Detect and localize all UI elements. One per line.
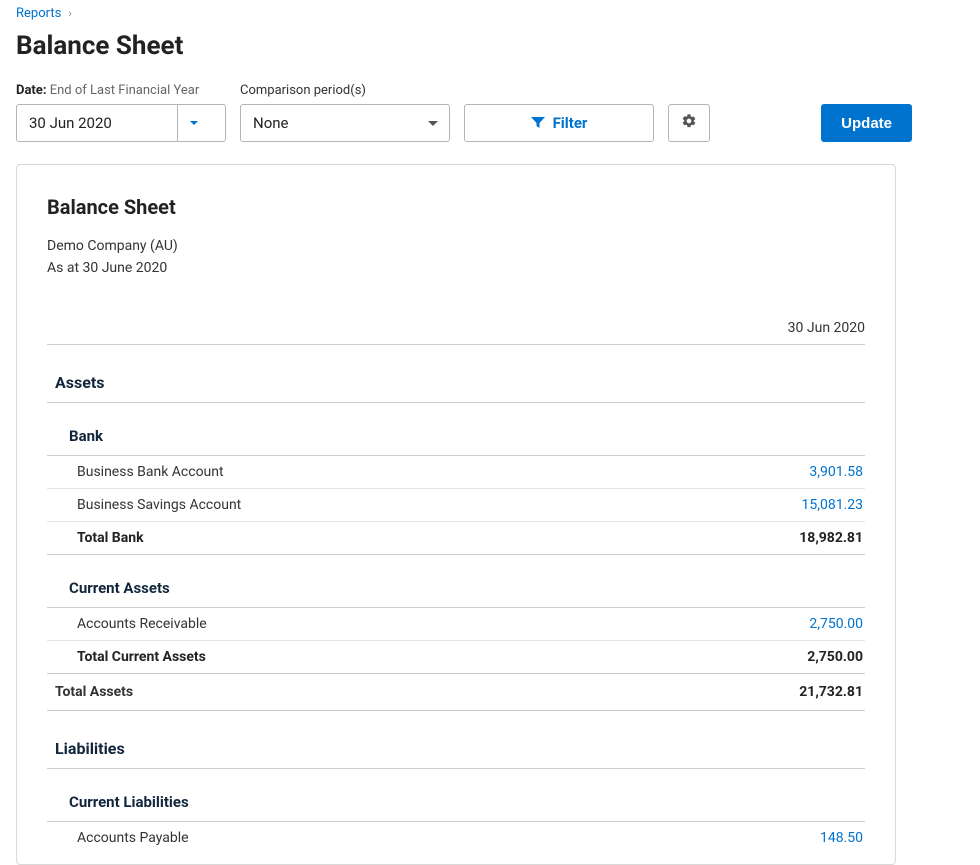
section-heading-liabilities: Liabilities xyxy=(47,711,865,769)
breadcrumb: Reports › xyxy=(16,6,964,21)
comparison-label: Comparison period(s) xyxy=(240,83,450,98)
caret-down-icon xyxy=(428,121,438,126)
total-row-current-assets: Total Current Assets 2,750.00 xyxy=(47,641,865,674)
row-value: 18,982.81 xyxy=(799,530,865,546)
row-label: Business Savings Account xyxy=(47,497,241,513)
row-value[interactable]: 15,081.23 xyxy=(801,497,865,513)
date-dropdown-value: 30 Jun 2020 xyxy=(17,105,177,141)
row-label: Accounts Receivable xyxy=(47,616,207,632)
row-label: Total Assets xyxy=(47,684,133,700)
row-label: Total Current Assets xyxy=(47,649,206,665)
filter-button-label: Filter xyxy=(553,114,588,132)
date-label: Date: End of Last Financial Year xyxy=(16,83,226,98)
row-label: Business Bank Account xyxy=(47,464,224,480)
table-row: Business Bank Account 3,901.58 xyxy=(47,456,865,489)
table-row: Accounts Payable 148.50 xyxy=(47,822,865,854)
row-label: Total Bank xyxy=(47,530,144,546)
column-header-date: 30 Jun 2020 xyxy=(47,320,865,345)
row-value: 2,750.00 xyxy=(807,649,865,665)
filter-button[interactable]: Filter xyxy=(464,104,654,142)
table-row: Accounts Receivable 2,750.00 xyxy=(47,608,865,641)
report-title: Balance Sheet xyxy=(47,195,865,219)
page-title: Balance Sheet xyxy=(16,31,964,61)
row-value[interactable]: 148.50 xyxy=(820,830,865,846)
sub-heading-current-assets: Current Assets xyxy=(47,555,865,608)
date-dropdown-caret[interactable] xyxy=(177,105,209,141)
sub-heading-bank: Bank xyxy=(47,403,865,456)
sub-heading-current-liabilities: Current Liabilities xyxy=(47,769,865,822)
report-meta: Demo Company (AU) As at 30 June 2020 xyxy=(47,235,865,280)
comparison-dropdown-caret[interactable] xyxy=(417,105,449,141)
update-button[interactable]: Update xyxy=(821,104,912,142)
row-label: Accounts Payable xyxy=(47,830,189,846)
gear-icon xyxy=(681,113,697,133)
total-row-bank: Total Bank 18,982.81 xyxy=(47,522,865,555)
section-heading-assets: Assets xyxy=(47,345,865,403)
chevron-right-icon: › xyxy=(69,7,72,20)
report-card: Balance Sheet Demo Company (AU) As at 30… xyxy=(16,164,896,865)
total-row-assets: Total Assets 21,732.81 xyxy=(47,674,865,711)
row-value: 21,732.81 xyxy=(799,684,865,700)
report-company: Demo Company (AU) xyxy=(47,235,865,257)
settings-button[interactable] xyxy=(668,104,710,142)
comparison-dropdown[interactable]: None xyxy=(240,104,450,142)
report-as-at: As at 30 June 2020 xyxy=(47,257,865,279)
breadcrumb-link-reports[interactable]: Reports xyxy=(16,6,61,21)
caret-down-icon xyxy=(190,121,198,125)
row-value[interactable]: 3,901.58 xyxy=(809,464,865,480)
controls-row: Date: End of Last Financial Year 30 Jun … xyxy=(16,83,964,142)
date-dropdown[interactable]: 30 Jun 2020 xyxy=(16,104,226,142)
table-row: Business Savings Account 15,081.23 xyxy=(47,489,865,522)
comparison-dropdown-value: None xyxy=(241,105,417,141)
filter-icon xyxy=(531,117,545,129)
row-value[interactable]: 2,750.00 xyxy=(809,616,865,632)
